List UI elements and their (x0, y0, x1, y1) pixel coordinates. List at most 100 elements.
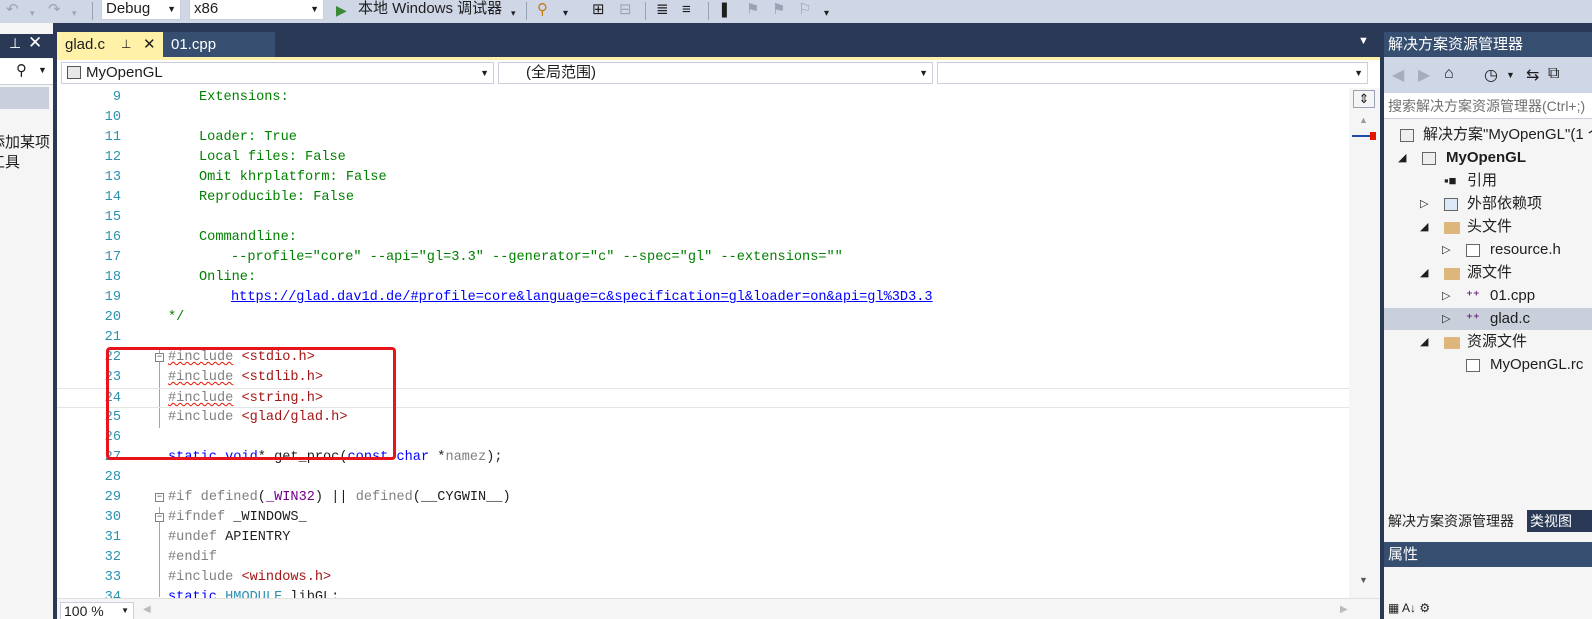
code-line: 19 https://glad.dav1d.de/#profile=core&la… (57, 288, 1349, 308)
tab-overflow-icon[interactable]: ▼ (1358, 35, 1369, 47)
expanded-icon[interactable]: ◢ (1420, 216, 1428, 238)
collapsed-icon[interactable]: ▷ (1420, 193, 1428, 215)
properties-toolbar-icons[interactable]: ▦ A↓ ⚙ (1388, 601, 1430, 615)
collapsed-icon[interactable]: ▷ (1442, 285, 1450, 307)
scroll-right-icon[interactable]: ▶ (1340, 604, 1348, 615)
code-line: 9 Extensions: (57, 88, 1349, 108)
close-icon[interactable]: ✕ (143, 32, 156, 57)
play-icon[interactable]: ▶ (336, 1, 347, 19)
code-line: 33 #include <windows.h> (57, 568, 1349, 588)
tab-01-cpp[interactable]: 01.cpp (163, 32, 275, 57)
code-text: HMODULE (225, 590, 283, 598)
scroll-up-icon[interactable]: ▲ (1359, 115, 1368, 125)
scroll-left-icon[interactable]: ◀ (143, 604, 151, 615)
code-text: #include (168, 570, 234, 585)
toolbar-overflow-icon[interactable]: ▾ (824, 5, 829, 23)
run-dropdown-icon[interactable]: ▾ (511, 4, 516, 22)
platform-select[interactable]: x86 ▼ (189, 0, 324, 20)
home-icon[interactable]: ⌂ (1444, 65, 1454, 83)
scope-dropdown[interactable]: (全局范围) ▼ (498, 62, 933, 84)
code-line: 21 (57, 328, 1349, 348)
line-number: 16 (104, 230, 121, 245)
toolbox-selected-row[interactable] (0, 87, 49, 109)
prev-bookmark-icon[interactable]: ⚑ (746, 1, 759, 19)
forward-icon[interactable]: ▶ (1418, 65, 1430, 85)
collapse-icon[interactable]: − (155, 493, 164, 502)
comment-icon[interactable]: ≣ (656, 1, 669, 19)
clear-bookmarks-icon[interactable]: ⚐ (798, 1, 811, 19)
project-dropdown[interactable]: MyOpenGL ▼ (61, 62, 494, 84)
history-icon[interactable]: ◷ (1484, 65, 1498, 85)
tree-item-label: resource.h (1490, 241, 1561, 258)
tree-item-source-files[interactable]: ◢ 源文件 (1384, 262, 1592, 284)
pin-icon[interactable]: ⊥ (121, 32, 131, 57)
toolbox-panel: ⊥ ✕ ⚲ ▼ 添加某项 工具 (0, 23, 53, 619)
error-marker[interactable] (1370, 132, 1376, 140)
editor-vertical-scrollbar[interactable]: ⇕ ▲ ▼ (1349, 88, 1380, 598)
expanded-icon[interactable]: ◢ (1420, 331, 1428, 353)
code-text: _WINDOWS_ (225, 510, 307, 525)
tree-item-external-deps[interactable]: ▷ 外部依赖项 (1384, 193, 1592, 215)
tab-label: 01.cpp (171, 36, 217, 53)
bookmark-nav-icon[interactable]: ⊟ (619, 1, 632, 19)
toolbox-header (0, 34, 53, 58)
find-icon[interactable]: ⚲ (537, 1, 548, 19)
toolbar-separator (92, 2, 93, 20)
tab-class-view[interactable]: 类视图 (1530, 510, 1572, 532)
collapse-icon[interactable]: − (155, 513, 164, 522)
tree-item-references[interactable]: ▪■ 引用 (1384, 170, 1592, 192)
code-area[interactable]: 9 Extensions: 10 11 Loader: True 12 Local f… (57, 88, 1349, 598)
zoom-select[interactable]: 100 % ▼ (60, 602, 134, 619)
tab-solution-explorer[interactable]: 解决方案资源管理器 (1384, 510, 1527, 532)
undo-icon[interactable]: ↶ (6, 1, 19, 19)
scroll-position-marker (1352, 135, 1370, 137)
tree-item-header-files[interactable]: ◢ 头文件 (1384, 216, 1592, 238)
expanded-icon[interactable]: ◢ (1398, 147, 1406, 169)
toolbox-search-input[interactable]: ⚲ ▼ (0, 59, 53, 85)
sync-icon[interactable]: ⇆ (1526, 65, 1539, 85)
code-line: 10 (57, 108, 1349, 128)
toolbar-separator (708, 2, 709, 20)
line-number: 14 (104, 190, 121, 205)
tree-item-glad-c[interactable]: ▷ ⁺⁺ glad.c (1384, 308, 1592, 330)
toggle-breakpoint-icon[interactable]: ⊞ (592, 1, 605, 19)
close-icon[interactable]: ✕ (28, 33, 42, 53)
tree-item-label: 源文件 (1467, 264, 1513, 281)
tree-item-project[interactable]: ◢ MyOpenGL (1384, 147, 1592, 169)
redo-dropdown-icon[interactable]: ▾ (72, 4, 77, 22)
back-icon[interactable]: ◀ (1392, 65, 1404, 85)
tree-item-solution[interactable]: 解决方案"MyOpenGL"(1 个项目) (1384, 124, 1592, 146)
collapsed-icon[interactable]: ▷ (1442, 239, 1450, 261)
next-bookmark-icon[interactable]: ⚑ (772, 1, 785, 19)
uncomment-icon[interactable]: ≡ (682, 1, 691, 19)
start-debugger-button[interactable]: 本地 Windows 调试器 (358, 0, 502, 19)
folder-icon (1444, 331, 1460, 353)
line-number: 21 (104, 330, 121, 345)
member-dropdown[interactable]: ▼ (937, 62, 1368, 84)
bookmark-icon[interactable]: ❚ (718, 1, 731, 19)
collapsed-icon[interactable]: ▷ (1442, 308, 1450, 330)
line-number: 15 (104, 210, 121, 225)
tree-item-label: MyOpenGL (1446, 149, 1527, 166)
collapse-all-icon[interactable]: ⧉ (1548, 65, 1559, 83)
solution-search-input[interactable]: 搜索解决方案资源管理器(Ctrl+;) (1384, 93, 1592, 119)
find-dropdown-icon[interactable]: ▾ (563, 5, 568, 23)
expanded-icon[interactable]: ◢ (1420, 262, 1428, 284)
redo-icon[interactable]: ↷ (48, 1, 61, 19)
pin-icon[interactable]: ⊥ (9, 35, 21, 52)
config-select[interactable]: Debug ▼ (101, 0, 181, 20)
code-text: Local files: False (199, 150, 346, 165)
tab-glad-c[interactable]: glad.c ⊥ ✕ (57, 32, 163, 57)
tree-item-label: 外部依赖项 (1467, 195, 1543, 212)
tree-item-rc-file[interactable]: MyOpenGL.rc (1384, 354, 1592, 376)
code-text: Commandline: (199, 230, 297, 245)
project-icon (1422, 147, 1436, 169)
split-window-icon[interactable]: ⇕ (1353, 90, 1375, 108)
glad-url-link[interactable]: https://glad.dav1d.de/#profile=core&lang… (231, 288, 933, 308)
tree-item-01-cpp[interactable]: ▷ ⁺⁺ 01.cpp (1384, 285, 1592, 307)
undo-dropdown-icon[interactable]: ▾ (30, 4, 35, 22)
tree-item-resource-h[interactable]: ▷ resource.h (1384, 239, 1592, 261)
scroll-down-icon[interactable]: ▼ (1359, 575, 1368, 585)
tree-item-resource-files[interactable]: ◢ 资源文件 (1384, 331, 1592, 353)
chevron-down-icon[interactable]: ▼ (1506, 70, 1515, 80)
